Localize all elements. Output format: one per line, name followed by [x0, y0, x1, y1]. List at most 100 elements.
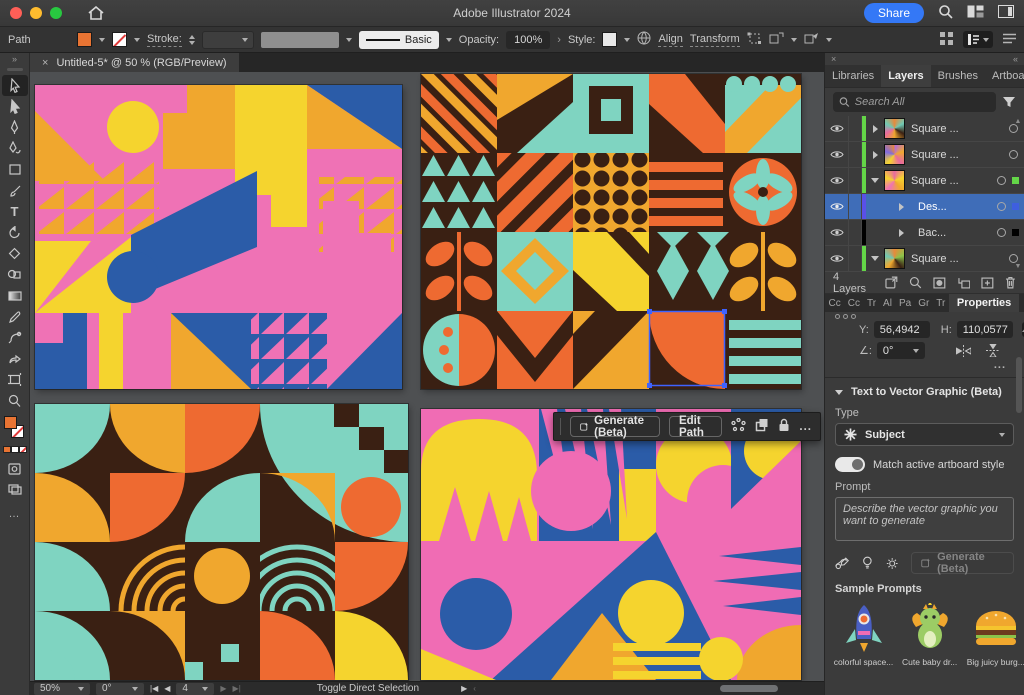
visibility-toggle[interactable]	[825, 168, 849, 193]
grid-view-icon[interactable]	[940, 32, 953, 48]
next-artboard-icon[interactable]: ▶	[220, 684, 226, 693]
prompt-input[interactable]	[835, 497, 1014, 541]
workspace-switcher-icon[interactable]	[967, 5, 984, 21]
layer-thumbnail[interactable]	[884, 118, 905, 139]
generate-button-disabled[interactable]: Generate (Beta)	[911, 552, 1014, 574]
visibility-toggle[interactable]	[825, 142, 849, 167]
eyedropper-tool[interactable]	[2, 306, 28, 327]
ttv-header[interactable]: Text to Vector Graphic (Beta)	[835, 386, 1014, 398]
recolor-icon[interactable]	[731, 418, 746, 436]
collect-export-icon[interactable]	[885, 276, 898, 289]
variable-width-profile[interactable]	[261, 32, 339, 48]
target-circle[interactable]	[997, 228, 1006, 237]
expand-chevron-icon[interactable]	[866, 151, 884, 159]
tab-abbrev[interactable]: Cc	[825, 294, 844, 312]
panel-layout-icon[interactable]	[998, 5, 1014, 21]
artboard-tool[interactable]	[2, 369, 28, 390]
pen-tool[interactable]	[2, 117, 28, 138]
y-field[interactable]: 56,4942	[874, 321, 930, 338]
stroke-weight-stepper[interactable]	[189, 35, 195, 45]
search-input[interactable]	[855, 96, 990, 108]
filter-icon[interactable]	[1002, 96, 1016, 108]
rotation-dropdown[interactable]: 0°	[96, 683, 144, 695]
tab-brushes[interactable]: Brushes	[931, 65, 985, 87]
generate-beta-button[interactable]: Generate (Beta)	[570, 416, 660, 437]
collapse-tools-icon[interactable]: »	[12, 55, 17, 65]
sample-dragon[interactable]: Cute baby dr...	[902, 603, 957, 667]
stroke-weight-dropdown[interactable]	[202, 31, 254, 49]
zoom-level-dropdown[interactable]: 50%	[34, 683, 90, 695]
play-icon[interactable]: ▶	[461, 684, 467, 693]
new-sublayer-icon[interactable]	[957, 277, 971, 289]
paintbrush-tool[interactable]	[2, 180, 28, 201]
transform-label[interactable]: Transform	[690, 33, 740, 47]
profile-caret-icon[interactable]	[346, 38, 352, 42]
layer-row[interactable]: Square ...	[825, 142, 1024, 168]
settings-gear-icon[interactable]	[886, 556, 898, 571]
document-setup-icon[interactable]	[637, 31, 651, 48]
home-icon[interactable]	[88, 6, 104, 20]
minimize-button[interactable]	[30, 7, 42, 19]
curvature-tool[interactable]	[2, 138, 28, 159]
layer-thumbnail[interactable]	[884, 144, 905, 165]
flip-vertical-icon[interactable]	[986, 344, 1000, 357]
visibility-toggle[interactable]	[825, 220, 849, 245]
panel-mode-toggle[interactable]	[963, 31, 993, 48]
rectangle-tool[interactable]	[2, 159, 28, 180]
fill-swatch[interactable]	[4, 416, 17, 429]
style-swatch[interactable]	[602, 32, 617, 47]
reference-point-widget[interactable]	[835, 314, 856, 319]
target-circle[interactable]	[997, 202, 1006, 211]
rotate-tool[interactable]	[2, 222, 28, 243]
share-button[interactable]: Share	[864, 3, 924, 23]
isolate-caret-icon[interactable]	[791, 38, 797, 42]
layer-thumbnail[interactable]	[884, 248, 905, 269]
fill-caret-icon[interactable]	[99, 38, 105, 42]
selection-tool[interactable]	[2, 75, 28, 96]
color-mode-bar[interactable]	[3, 446, 27, 453]
more-options-icon[interactable]: ...	[799, 421, 812, 433]
collapse-chevron-icon[interactable]	[866, 256, 884, 261]
layers-scrollbar[interactable]: ▲▼	[1013, 116, 1023, 272]
flip-horizontal-icon[interactable]	[956, 345, 971, 357]
collapse-chevron-icon[interactable]	[866, 178, 884, 183]
collapse-status-icon[interactable]: ‹	[473, 684, 476, 693]
tab-abbrev[interactable]: Al	[880, 294, 896, 312]
type-tool[interactable]: T	[2, 201, 28, 222]
layer-row[interactable]: Square ...	[825, 116, 1024, 142]
horizontal-scrollbar[interactable]	[720, 685, 778, 692]
stroke-label[interactable]: Stroke:	[147, 33, 182, 47]
h-field[interactable]: 110,0577	[957, 321, 1013, 338]
symbol-sprayer-tool[interactable]	[2, 348, 28, 369]
close-tab-icon[interactable]: ×	[42, 57, 48, 69]
expand-chevron-icon[interactable]	[866, 125, 884, 133]
artboard-2-art[interactable]	[421, 74, 801, 389]
layer-row[interactable]: Bac...	[825, 220, 1024, 246]
edit-path-button[interactable]: Edit Path	[669, 416, 722, 437]
tab-abbrev[interactable]: Gr	[915, 294, 933, 312]
tab-artboard[interactable]: Artboard	[985, 65, 1024, 87]
stroke-caret-icon[interactable]	[134, 38, 140, 42]
close-button[interactable]	[10, 7, 22, 19]
artboard-3-art[interactable]	[35, 404, 408, 680]
expand-chevron-icon[interactable]	[892, 229, 910, 237]
layer-row[interactable]: Square ...	[825, 168, 1024, 194]
search-icon[interactable]	[938, 4, 953, 22]
panel-collapse-icon[interactable]: «	[1013, 54, 1018, 64]
last-artboard-icon[interactable]: ▶|	[233, 684, 241, 693]
angle-dropdown[interactable]: 0°	[877, 342, 925, 359]
prev-artboard-icon[interactable]: ◀	[164, 684, 170, 693]
idea-icon[interactable]	[862, 555, 873, 571]
expand-chevron-icon[interactable]	[892, 203, 910, 211]
target-circle[interactable]	[997, 176, 1006, 185]
draw-prompt-icon[interactable]	[835, 556, 849, 571]
visibility-toggle[interactable]	[825, 194, 849, 219]
canvas[interactable]: Generate (Beta) Edit Path ...	[30, 72, 824, 681]
visibility-toggle[interactable]	[825, 246, 849, 271]
panel-close-icon[interactable]: ×	[831, 54, 836, 64]
layer-row[interactable]: Square ...	[825, 246, 1024, 272]
layer-row-selected[interactable]: Des...	[825, 194, 1024, 220]
maximize-button[interactable]	[50, 7, 62, 19]
tab-layers[interactable]: Layers	[881, 65, 930, 87]
artboard-number-dropdown[interactable]: 4	[176, 683, 214, 695]
